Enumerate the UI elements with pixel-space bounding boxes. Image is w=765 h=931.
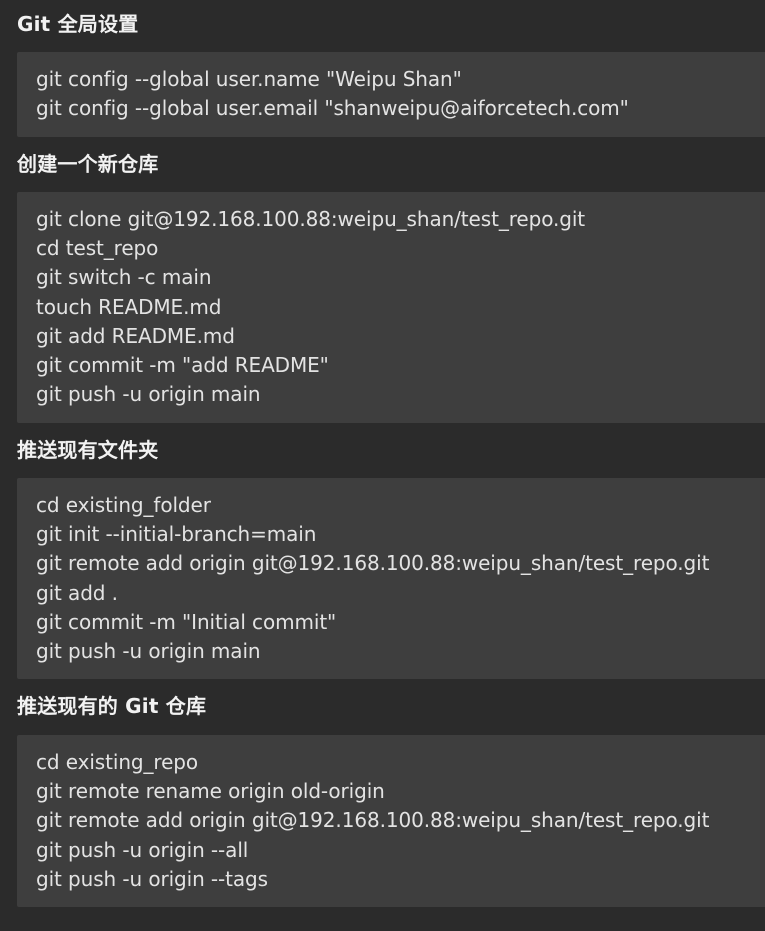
code-line[interactable]: git push -u origin main xyxy=(36,637,765,666)
code-line[interactable]: git add README.md xyxy=(36,322,765,351)
code-line[interactable]: git push -u origin --all xyxy=(36,836,765,865)
code-line[interactable]: git clone git@192.168.100.88:weipu_shan/… xyxy=(36,205,765,234)
section-title-push-existing-git-repo: 推送现有的 Git 仓库 xyxy=(17,694,207,718)
section-title-create-new-repo: 创建一个新仓库 xyxy=(17,152,159,176)
git-instructions-page: Git 全局设置 git config --global user.name "… xyxy=(0,0,765,931)
section-push-existing-git-repo: 推送现有的 Git 仓库 cd existing_repo git remote… xyxy=(17,692,765,907)
code-line[interactable]: git add . xyxy=(36,579,765,608)
code-line[interactable]: git commit -m "add README" xyxy=(36,351,765,380)
code-line[interactable]: git remote add origin git@192.168.100.88… xyxy=(36,549,765,578)
code-line[interactable]: cd test_repo xyxy=(36,234,765,263)
code-block-create-new-repo[interactable]: git clone git@192.168.100.88:weipu_shan/… xyxy=(17,192,765,423)
code-line[interactable]: git push -u origin main xyxy=(36,380,765,409)
code-line[interactable]: git config --global user.name "Weipu Sha… xyxy=(36,65,765,94)
section-global-settings: Git 全局设置 git config --global user.name "… xyxy=(17,10,765,138)
code-line[interactable]: touch README.md xyxy=(36,293,765,322)
code-line[interactable]: cd existing_repo xyxy=(36,748,765,777)
section-push-existing-folder: 推送现有文件夹 cd existing_folder git init --in… xyxy=(17,436,765,679)
code-line[interactable]: git remote add origin git@192.168.100.88… xyxy=(36,806,765,835)
code-line[interactable]: cd existing_folder xyxy=(36,491,765,520)
code-line[interactable]: git commit -m "Initial commit" xyxy=(36,608,765,637)
section-title-push-existing-folder: 推送现有文件夹 xyxy=(17,438,159,462)
code-line[interactable]: git switch -c main xyxy=(36,263,765,292)
section-create-new-repo: 创建一个新仓库 git clone git@192.168.100.88:wei… xyxy=(17,150,765,423)
code-block-push-existing-folder[interactable]: cd existing_folder git init --initial-br… xyxy=(17,478,765,679)
code-line[interactable]: git remote rename origin old-origin xyxy=(36,777,765,806)
code-line[interactable]: git config --global user.email "shanweip… xyxy=(36,94,765,123)
code-block-push-existing-git-repo[interactable]: cd existing_repo git remote rename origi… xyxy=(17,735,765,907)
code-line[interactable]: git init --initial-branch=main xyxy=(36,520,765,549)
section-title-global-settings: Git 全局设置 xyxy=(17,12,139,36)
code-block-global-settings[interactable]: git config --global user.name "Weipu Sha… xyxy=(17,52,765,137)
code-line[interactable]: git push -u origin --tags xyxy=(36,865,765,894)
